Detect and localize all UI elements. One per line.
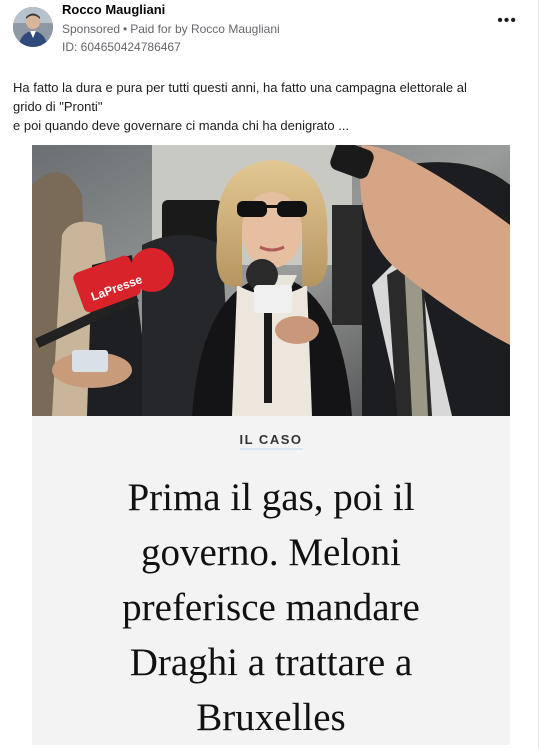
post-text-line: e poi quando deve governare ci manda chi…	[13, 118, 350, 133]
author-avatar[interactable]	[13, 7, 53, 47]
sponsored-label: Sponsored	[62, 22, 121, 36]
post-header: Rocco Maugliani Sponsored • Paid for by Ro…	[0, 0, 539, 64]
author-name[interactable]: Rocco Maugliani	[62, 2, 165, 17]
ad-creative[interactable]: LaPresse IL CASO Prima il gas, poi il go…	[32, 145, 510, 745]
post-text: Ha fatto la dura e pura per tutti questi…	[13, 78, 523, 135]
headline-line: governo. Meloni	[141, 531, 401, 574]
category-tag: IL CASO	[32, 432, 510, 450]
avatar-image	[13, 7, 53, 47]
post-text-line: grido di "Pronti"	[13, 99, 103, 114]
ad-id: ID: 604650424786467	[62, 40, 181, 54]
paid-for-prefix: Paid for by	[130, 22, 188, 36]
more-options-icon[interactable]: •••	[497, 12, 517, 30]
news-photo: LaPresse	[32, 145, 510, 416]
category-tag-label: IL CASO	[239, 432, 303, 450]
post-text-line: Ha fatto la dura e pura per tutti questi…	[13, 80, 467, 95]
headline-line: Bruxelles	[196, 696, 346, 739]
sponsored-line: Sponsored • Paid for by Rocco Maugliani	[62, 22, 280, 36]
paid-for-name[interactable]: Rocco Maugliani	[191, 22, 280, 36]
ad-card: Rocco Maugliani Sponsored • Paid for by Ro…	[0, 0, 539, 749]
article-headline: Prima il gas, poi il governo. Meloni pre…	[32, 470, 510, 745]
headline-line: preferisce mandare	[122, 586, 420, 629]
separator-dot: •	[123, 22, 128, 36]
headline-line: Prima il gas, poi il	[127, 476, 415, 519]
headline-line: Draghi a trattare a	[129, 641, 413, 684]
